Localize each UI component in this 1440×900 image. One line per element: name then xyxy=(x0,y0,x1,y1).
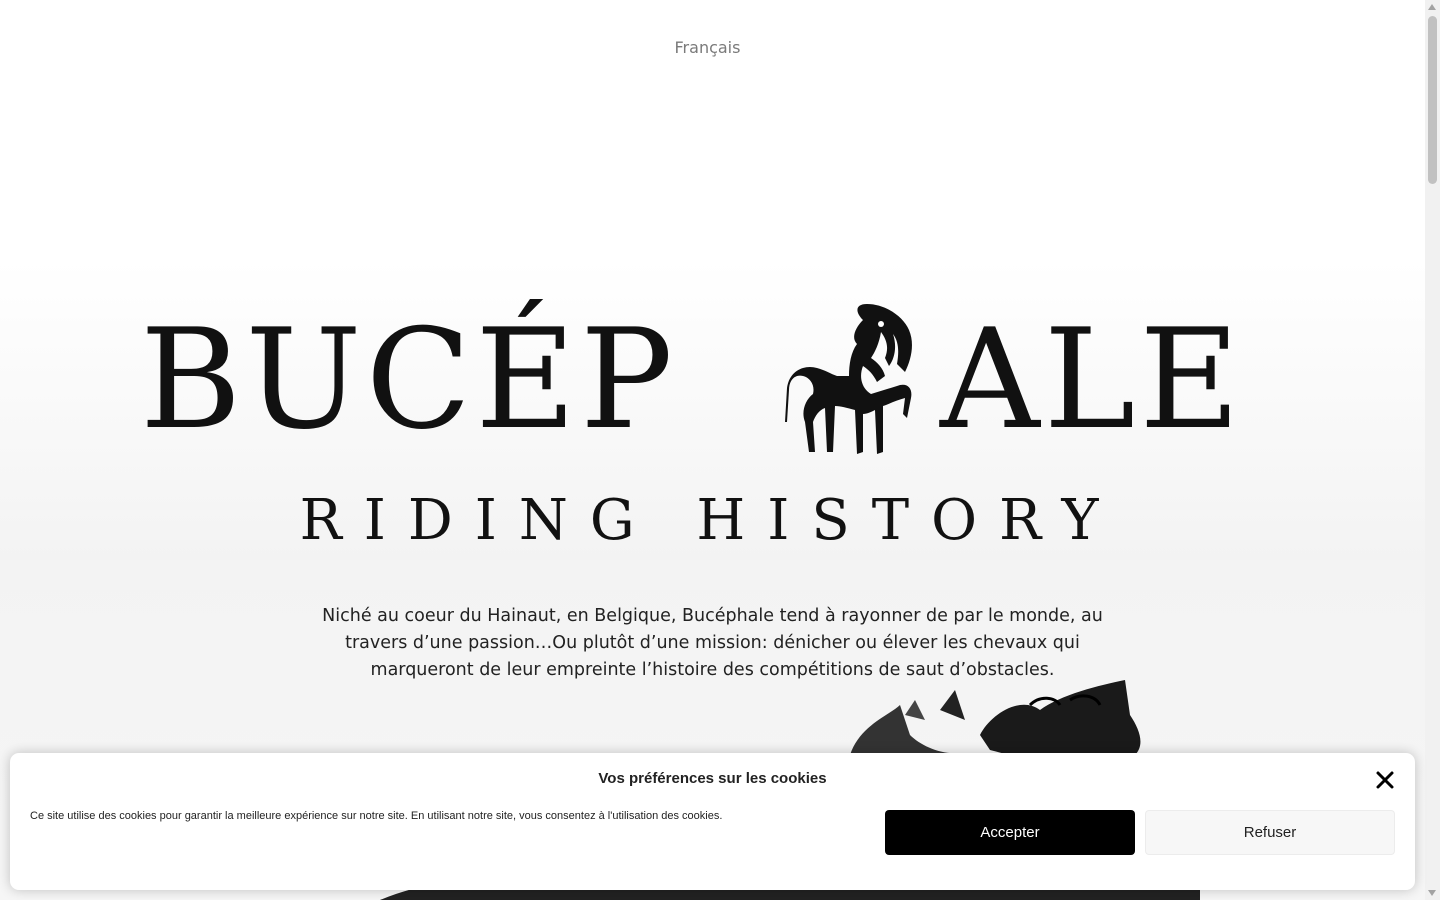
horse-logo-icon xyxy=(785,304,912,454)
intro-paragraph: Niché au coeur du Hainaut, en Belgique, … xyxy=(322,605,1103,680)
language-switch-link[interactable]: Français xyxy=(0,38,1415,57)
site-logo[interactable]: BUCÉP ALE RIDING HISTORY xyxy=(140,299,1290,554)
close-icon[interactable] xyxy=(1374,769,1396,791)
vertical-scrollbar[interactable] xyxy=(1425,0,1440,900)
cookie-banner-text: Ce site utilise des cookies pour garanti… xyxy=(30,810,723,822)
logo-word-left: BUCÉP xyxy=(140,299,677,460)
cookie-consent-banner: Vos préférences sur les cookies Ce site … xyxy=(10,753,1415,890)
refuse-cookies-button[interactable]: Refuser xyxy=(1145,810,1395,855)
scrollbar-thumb[interactable] xyxy=(1428,16,1437,184)
accept-cookies-button[interactable]: Accepter xyxy=(885,810,1135,855)
logo-tagline: RIDING HISTORY xyxy=(299,488,1121,553)
scroll-down-icon[interactable] xyxy=(1428,890,1436,896)
cookie-banner-title: Vos préférences sur les cookies xyxy=(598,770,827,787)
logo-word-right: ALE xyxy=(940,299,1245,460)
scroll-up-icon[interactable] xyxy=(1428,4,1436,10)
